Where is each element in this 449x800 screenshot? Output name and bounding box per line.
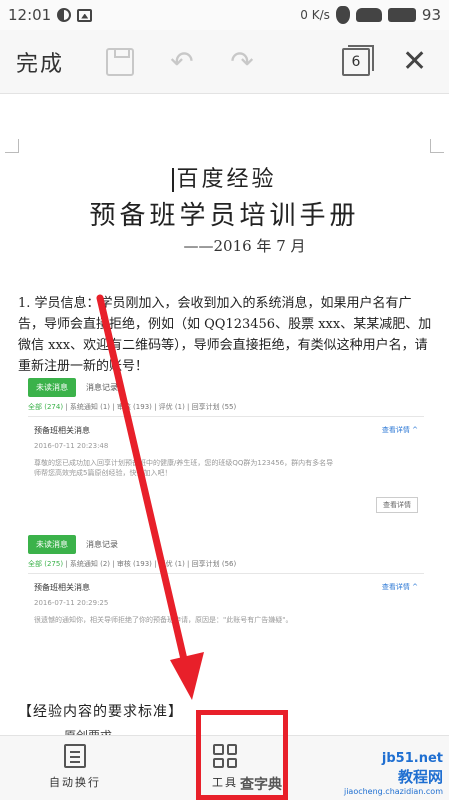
- page-corner-marker: [5, 139, 19, 153]
- auto-wrap-button[interactable]: 自动换行: [30, 744, 120, 790]
- signal-icon: [335, 6, 350, 24]
- tab-unread: 未读消息: [28, 534, 76, 554]
- auto-wrap-label: 自动换行: [49, 776, 101, 789]
- document-date[interactable]: ——2016 年 7 月: [0, 235, 449, 256]
- undo-icon[interactable]: ↶: [168, 48, 196, 76]
- page-corner-marker: [430, 139, 444, 153]
- do-not-disturb-icon: [57, 8, 72, 22]
- document-lines-icon: [64, 744, 86, 768]
- editor-toolbar: 完成 ↶ ↷ 6 ✕: [0, 30, 449, 94]
- text-cursor: [172, 168, 175, 192]
- watermark: 查字典 jb51.net 教程网 jiaocheng.chazidian.com: [239, 751, 443, 796]
- card-detail-link: 查看详情 ^: [381, 426, 418, 434]
- embedded-screenshot[interactable]: 未读消息 消息记录 全部 (274) | 系统通知 (1) | 审核 (193)…: [28, 377, 424, 523]
- save-icon[interactable]: [106, 48, 134, 76]
- card-title: 预备班相关消息: [34, 583, 90, 592]
- document-heading[interactable]: 【经验内容的要求标准】: [18, 701, 183, 721]
- card-title: 预备班相关消息: [34, 426, 90, 435]
- card-body: 尊敬的您已成功加入回享计划预备班中的健康/养生班，您的班级QQ群为123456，…: [34, 459, 334, 477]
- embedded-screenshot[interactable]: 未读消息 消息记录 全部 (275) | 系统通知 (2) | 审核 (193)…: [28, 534, 424, 657]
- tab-unread: 未读消息: [28, 377, 76, 397]
- battery-icon: [387, 8, 416, 22]
- wifi-icon: [355, 8, 382, 22]
- card-date: 2016-07-11 20:23:48: [34, 442, 109, 450]
- tab-history: 消息记录: [86, 539, 118, 549]
- card-body: 很遗憾的通知你，相关导师拒绝了你的预备班申请，原因是："此账号有广告嫌疑"。: [34, 616, 293, 624]
- pages-button[interactable]: 6: [342, 45, 374, 76]
- network-speed: 0 K/s: [300, 8, 330, 22]
- document-paragraph[interactable]: 1. 学员信息：学员刚加入，会收到加入的系统消息，如果用户名有广告，导师会直接拒…: [18, 293, 434, 377]
- tab-history: 消息记录: [86, 382, 118, 392]
- card-button: 查看详情: [376, 497, 418, 513]
- document-page[interactable]: 百度经验 预备班学员培训手册 ——2016 年 7 月 1. 学员信息：学员刚加…: [0, 95, 449, 735]
- card-detail-link: 查看详情 ^: [381, 583, 418, 591]
- filter-row: 全部 (275) | 系统通知 (2) | 审核 (193) | 评优 (1) …: [28, 559, 424, 574]
- card-date: 2016-07-11 20:29:25: [34, 599, 109, 607]
- close-icon[interactable]: ✕: [402, 47, 430, 77]
- battery-level: 93: [421, 6, 441, 24]
- done-button[interactable]: 完成: [16, 46, 64, 78]
- document-subheading[interactable]: 一、原创要求: [40, 727, 112, 735]
- message-card: 预备班相关消息 查看详情 ^ 2016-07-11 20:23:48 尊敬的您已…: [28, 425, 424, 513]
- message-card: 预备班相关消息 查看详情 ^ 2016-07-11 20:29:25 很遗憾的通…: [28, 582, 424, 625]
- status-bar: 12:01 0 K/s 93: [0, 0, 449, 30]
- document-title-line1[interactable]: 百度经验: [0, 161, 449, 193]
- image-notification-icon: [77, 8, 93, 22]
- document-title-line2[interactable]: 预备班学员培训手册: [0, 195, 449, 232]
- filter-row: 全部 (274) | 系统通知 (1) | 审核 (193) | 评优 (1) …: [28, 402, 424, 417]
- redo-icon[interactable]: ↷: [228, 48, 256, 76]
- status-time: 12:01: [8, 6, 52, 24]
